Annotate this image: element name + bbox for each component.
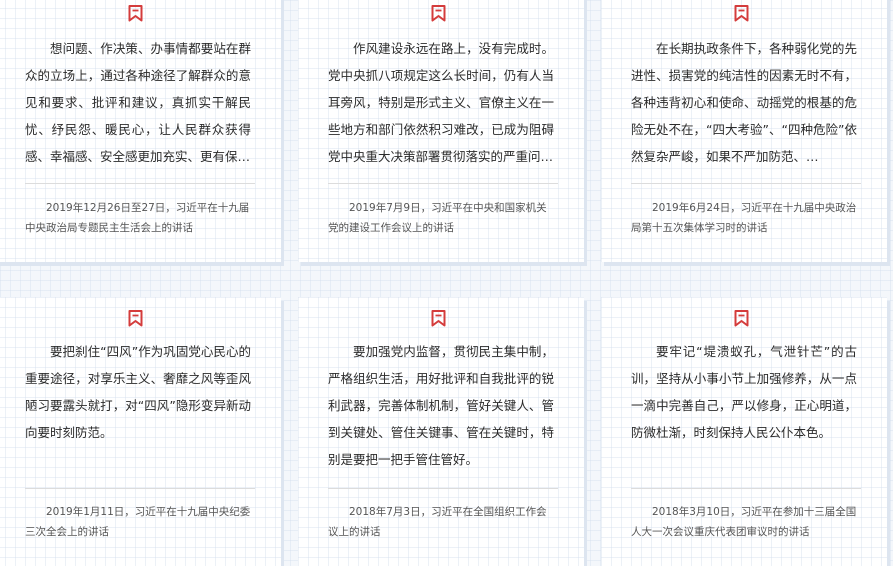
quote-source: 2019年7月9日，习近平在中央和国家机关党的建设工作会议上的讲话 xyxy=(328,202,547,234)
quote-text: 作风建设永远在路上，没有完成时。党中央抓八项规定这么长时间，仍有人当耳旁风，特别… xyxy=(328,41,554,164)
quote-source: 2018年7月3日，习近平在全国组织工作会议上的讲话 xyxy=(328,506,547,538)
quote-text: 要牢记“堤溃蚁孔，气泄针芒”的古训，坚持从小事小节上加强修养，从一点一滴中完善自… xyxy=(631,344,857,440)
quote-text: 要把刹住“四风”作为巩固党心民心的重要途径，对享乐主义、奢靡之风等歪风陋习要露头… xyxy=(25,344,251,440)
quote-card[interactable]: 在长期执政条件下，各种弱化党的先进性、损害党的纯洁性的因素无时不有，各种违背初心… xyxy=(601,0,887,262)
quote-card[interactable]: 要把刹住“四风”作为巩固党心民心的重要途径，对享乐主义、奢靡之风等歪风陋习要露头… xyxy=(0,297,281,566)
quote-card[interactable]: 要牢记“堤溃蚁孔，气泄针芒”的古训，坚持从小事小节上加强修养，从一点一滴中完善自… xyxy=(601,297,887,566)
divider xyxy=(25,183,255,184)
quote-card[interactable]: 要加强党内监督，贯彻民主集中制，严格组织生活，用好批评和自我批评的锐利武器，完善… xyxy=(298,297,584,566)
quote-source: 2018年3月10日，习近平在参加十三届全国人大一次会议重庆代表团审议时的讲话 xyxy=(631,506,857,538)
quote-source: 2019年6月24日，习近平在十九届中央政治局第十五次集体学习时的讲话 xyxy=(631,202,857,234)
bookmark-icon[interactable] xyxy=(431,310,446,327)
quote-card-grid: 想问题、作决策、办事情都要站在群众的立场上，通过各种途径了解群众的意见和要求、批… xyxy=(0,0,893,566)
bookmark-icon[interactable] xyxy=(734,5,749,22)
quote-text: 要加强党内监督，贯彻民主集中制，严格组织生活，用好批评和自我批评的锐利武器，完善… xyxy=(328,344,554,467)
divider xyxy=(631,488,861,489)
bookmark-icon[interactable] xyxy=(431,5,446,22)
divider xyxy=(328,183,558,184)
quote-source: 2019年1月11日，习近平在十九届中央纪委三次全会上的讲话 xyxy=(25,506,251,538)
quote-card[interactable]: 想问题、作决策、办事情都要站在群众的立场上，通过各种途径了解群众的意见和要求、批… xyxy=(0,0,281,262)
bookmark-icon[interactable] xyxy=(734,310,749,327)
quote-card[interactable]: 作风建设永远在路上，没有完成时。党中央抓八项规定这么长时间，仍有人当耳旁风，特别… xyxy=(298,0,584,262)
quote-source: 2019年12月26日至27日，习近平在十九届中央政治局专题民主生活会上的讲话 xyxy=(25,202,250,234)
divider xyxy=(328,488,558,489)
quote-text: 在长期执政条件下，各种弱化党的先进性、损害党的纯洁性的因素无时不有，各种违背初心… xyxy=(631,41,857,164)
divider xyxy=(25,488,255,489)
bookmark-icon[interactable] xyxy=(128,310,143,327)
bookmark-icon[interactable] xyxy=(128,5,143,22)
quote-text: 想问题、作决策、办事情都要站在群众的立场上，通过各种途径了解群众的意见和要求、批… xyxy=(25,41,251,164)
divider xyxy=(631,183,861,184)
